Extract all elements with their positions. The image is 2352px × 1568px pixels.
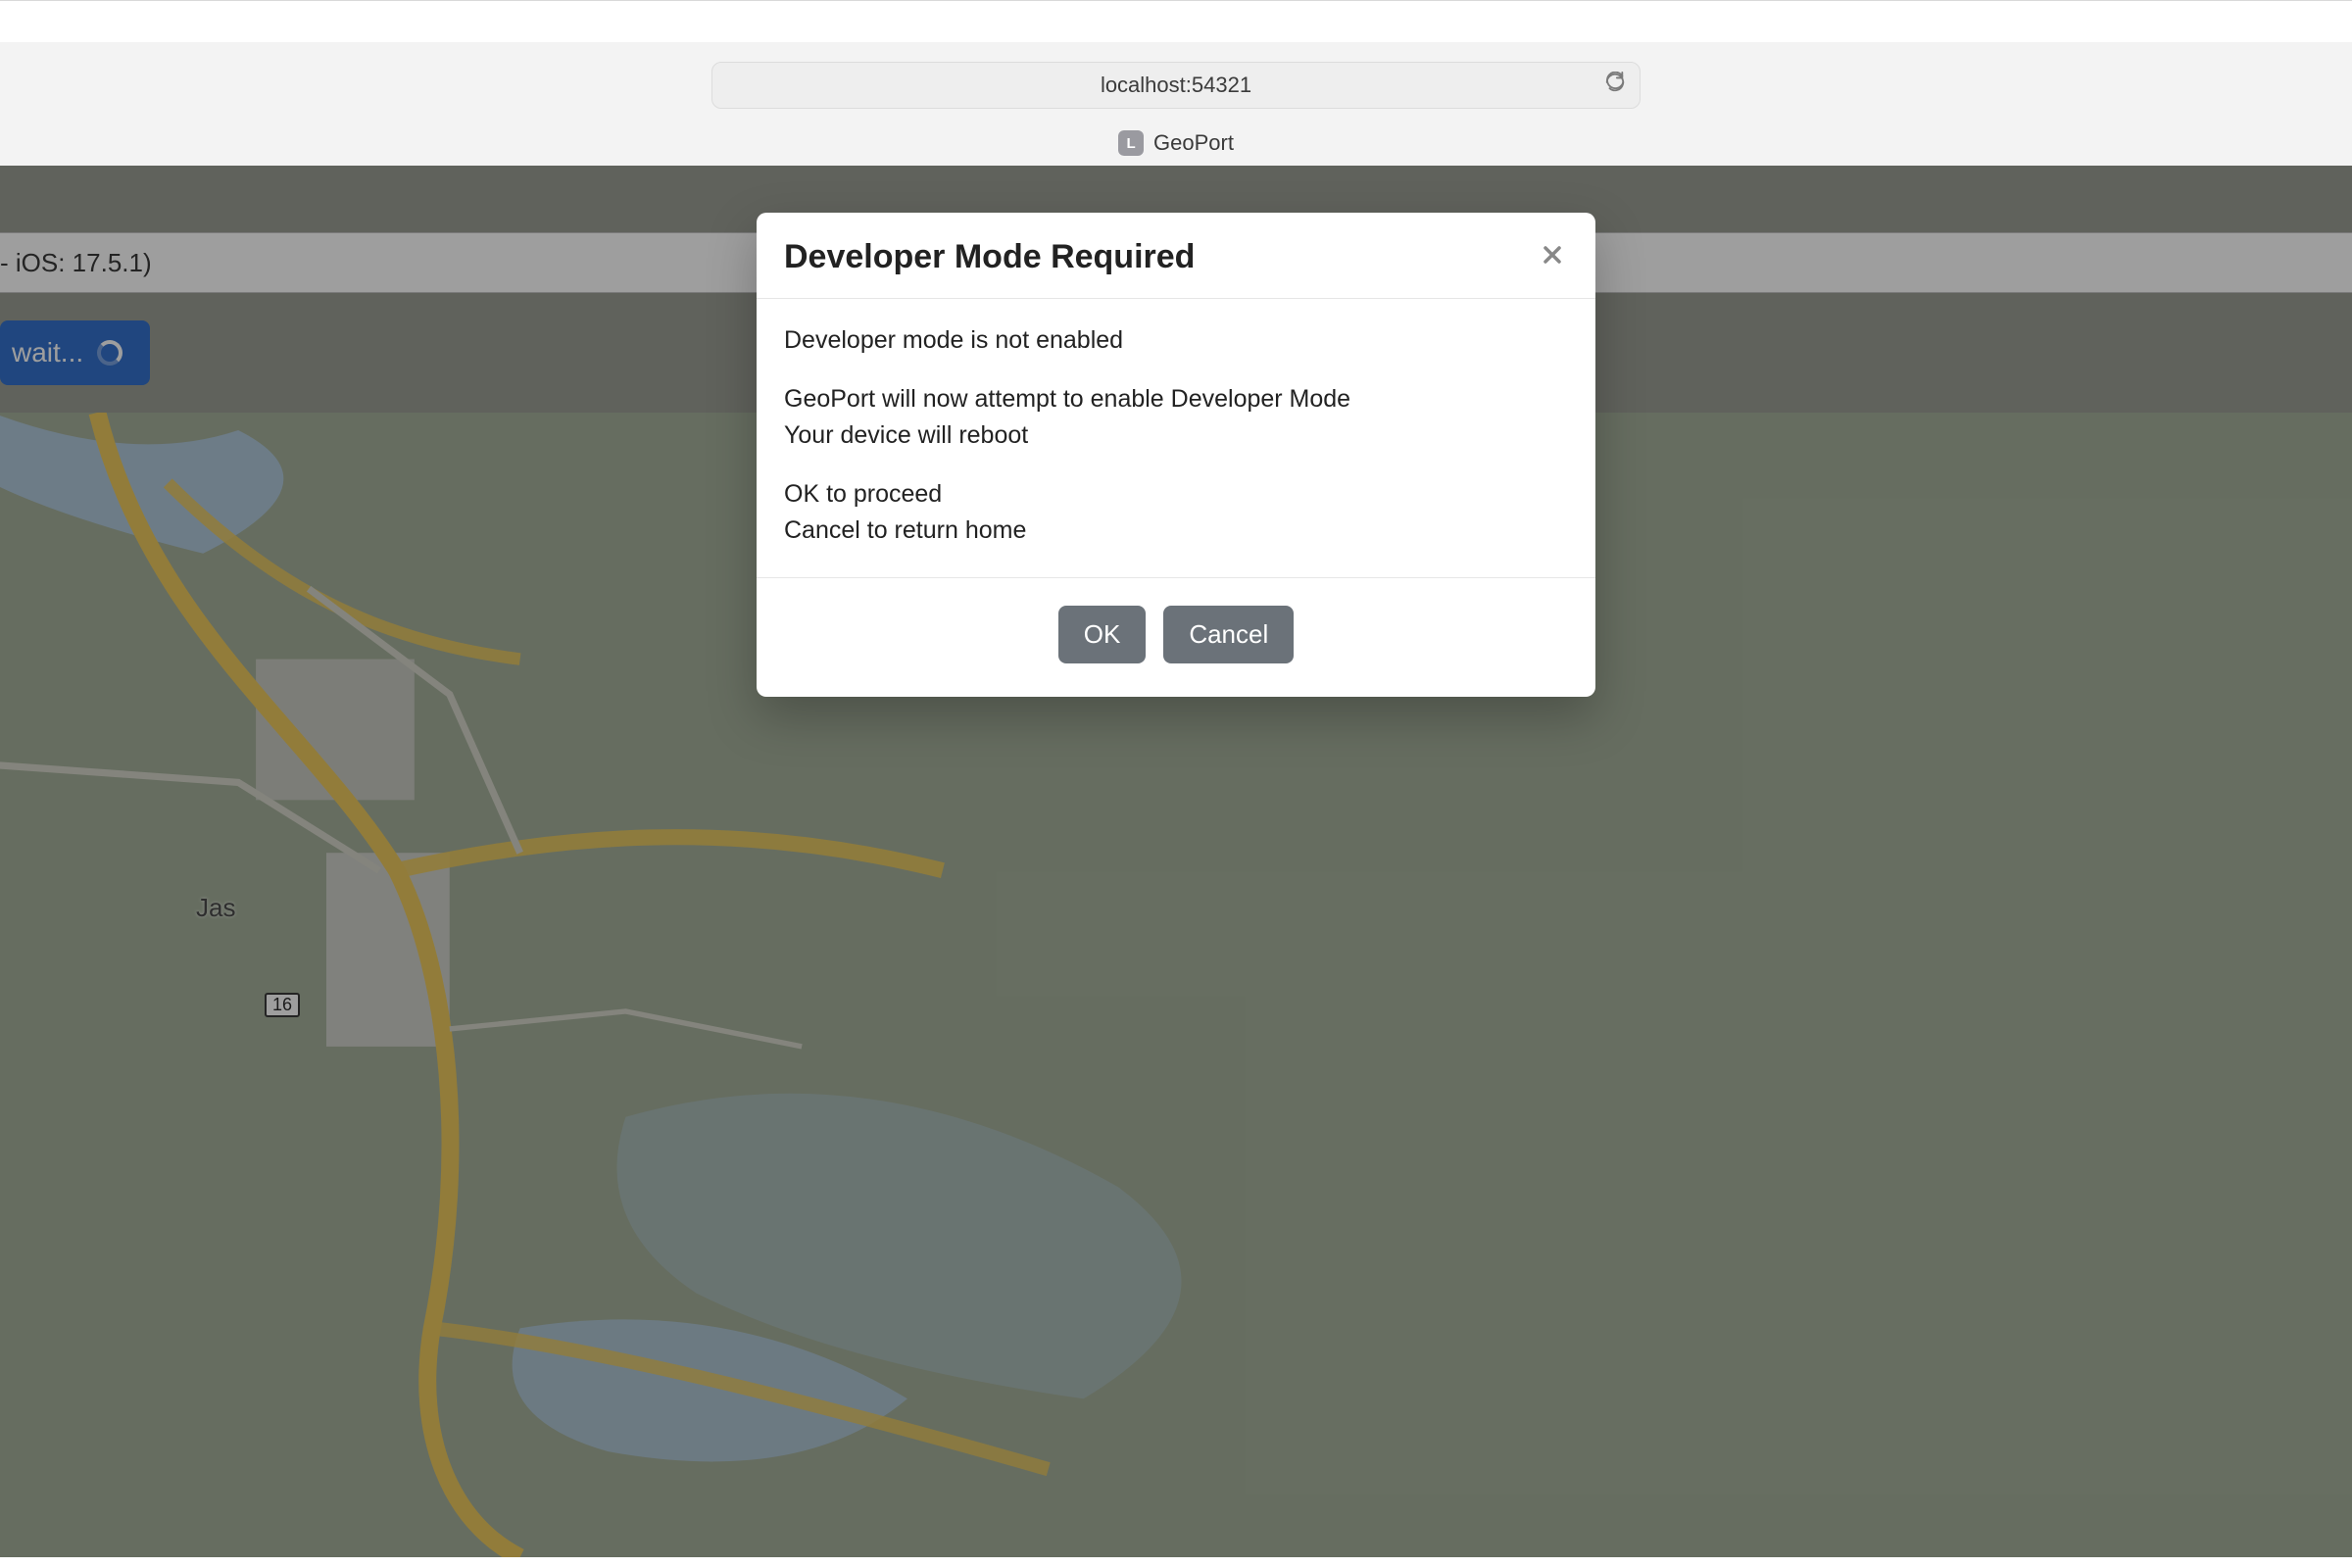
modal-line-4: OK to proceed — [784, 476, 1568, 514]
modal-line-3: Your device will reboot — [784, 417, 1568, 455]
tab-favicon-letter: L — [1126, 135, 1135, 152]
tab-favicon: L — [1118, 130, 1144, 156]
modal-line-2: GeoPort will now attempt to enable Devel… — [784, 381, 1568, 418]
developer-mode-modal: Developer Mode Required Developer mode i… — [757, 213, 1595, 697]
ok-button[interactable]: OK — [1058, 606, 1147, 663]
address-text: localhost:54321 — [1101, 73, 1251, 98]
tab-strip: L GeoPort — [0, 121, 2352, 156]
reload-icon[interactable] — [1604, 72, 1626, 99]
address-bar[interactable]: localhost:54321 — [711, 62, 1641, 109]
modal-title: Developer Mode Required — [784, 238, 1195, 276]
modal-body: Developer mode is not enabled GeoPort wi… — [757, 299, 1595, 578]
modal-header: Developer Mode Required — [757, 213, 1595, 299]
modal-footer: OK Cancel — [757, 578, 1595, 697]
modal-line-1: Developer mode is not enabled — [784, 322, 1568, 360]
address-bar-wrap: localhost:54321 — [0, 42, 2352, 121]
modal-overlay: Developer Mode Required Developer mode i… — [0, 166, 2352, 1557]
close-icon[interactable] — [1537, 239, 1568, 276]
page-area: - iOS: 17.5.1) wait... Jas 16 — [0, 166, 2352, 1557]
modal-line-5: Cancel to return home — [784, 513, 1568, 550]
tab-title[interactable]: GeoPort — [1153, 130, 1234, 156]
cancel-button[interactable]: Cancel — [1163, 606, 1294, 663]
browser-chrome: localhost:54321 L GeoPort — [0, 0, 2352, 166]
chrome-blank-strip — [0, 1, 2352, 42]
